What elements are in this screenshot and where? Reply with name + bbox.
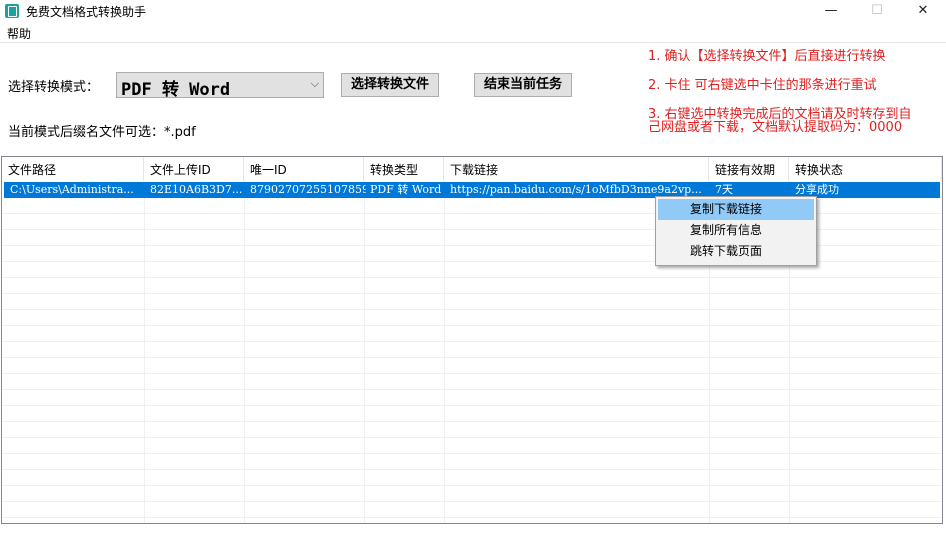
- grid-line: [2, 325, 942, 326]
- grid-line: [244, 181, 245, 523]
- grid-line: [364, 181, 365, 523]
- instruction-1: 1. 确认【选择转换文件】后直接进行转换: [648, 49, 886, 64]
- suffix-label: 当前模式后缀名文件可选：*.pdf: [8, 125, 196, 140]
- window-title: 免费文档格式转换助手: [26, 5, 147, 19]
- grid-line: [2, 437, 942, 438]
- grid-line: [2, 373, 942, 374]
- menu-help[interactable]: 帮助: [7, 25, 31, 42]
- column-header[interactable]: 链接有效期: [709, 157, 789, 181]
- minimize-button[interactable]: —: [808, 0, 854, 22]
- title-bar: 免费文档格式转换助手 — ☐ ✕: [0, 0, 946, 22]
- grid-line: [2, 517, 942, 518]
- grid-line: [2, 501, 942, 502]
- grid-line: [144, 181, 145, 523]
- column-header[interactable]: 下载链接: [444, 157, 709, 181]
- column-header[interactable]: 唯一ID: [244, 157, 364, 181]
- grid-line: [2, 357, 942, 358]
- column-header[interactable]: 转换状态: [789, 157, 942, 181]
- maximize-button[interactable]: ☐: [854, 0, 900, 22]
- grid-line: [2, 469, 942, 470]
- end-task-button[interactable]: 结束当前任务: [474, 73, 572, 97]
- mode-select-value: PDF 转 Word: [121, 80, 231, 100]
- menu-item-open-page[interactable]: 跳转下载页面: [658, 241, 814, 262]
- select-file-button[interactable]: 选择转换文件: [341, 73, 439, 97]
- grid-line: [2, 341, 942, 342]
- grid-line: [2, 421, 942, 422]
- grid-line: [2, 453, 942, 454]
- app-document-icon: [5, 4, 19, 18]
- column-header[interactable]: 转换类型: [364, 157, 444, 181]
- grid-line: [2, 389, 942, 390]
- instruction-2: 2. 卡住 可右键选中卡住的那条进行重试: [648, 78, 877, 93]
- instruction-3b: 己网盘或者下载，文档默认提取码为：0000: [648, 120, 903, 135]
- grid-line: [2, 405, 942, 406]
- chevron-down-icon: ⌵: [310, 77, 319, 90]
- mode-select[interactable]: PDF 转 Word ⌵: [116, 72, 324, 100]
- mode-label: 选择转换模式：: [8, 80, 100, 95]
- close-button[interactable]: ✕: [900, 0, 946, 22]
- cell-upload-id: 82E10A6B3D7...: [150, 183, 243, 196]
- menu-item-copy-all[interactable]: 复制所有信息: [658, 220, 814, 241]
- grid-line: [444, 181, 445, 523]
- menu-bar: 帮助: [0, 22, 946, 43]
- context-menu: 复制下载链接 复制所有信息 跳转下载页面: [655, 196, 817, 266]
- column-header[interactable]: 文件上传ID: [144, 157, 244, 181]
- grid-line: [2, 293, 942, 294]
- menu-item-copy-link[interactable]: 复制下载链接: [658, 199, 814, 220]
- cell-file-path: C:\Users\Administra...: [10, 183, 134, 196]
- grid-line: [2, 277, 942, 278]
- table-header: 文件路径 文件上传ID 唯一ID 转换类型 下载链接 链接有效期 转换状态: [2, 157, 942, 181]
- grid-line: [2, 485, 942, 486]
- column-header[interactable]: 文件路径: [2, 157, 144, 181]
- grid-line: [2, 309, 942, 310]
- cell-unique-id: 87902707255107859: [250, 183, 366, 196]
- cell-convert-type: PDF 转 Word: [370, 183, 442, 196]
